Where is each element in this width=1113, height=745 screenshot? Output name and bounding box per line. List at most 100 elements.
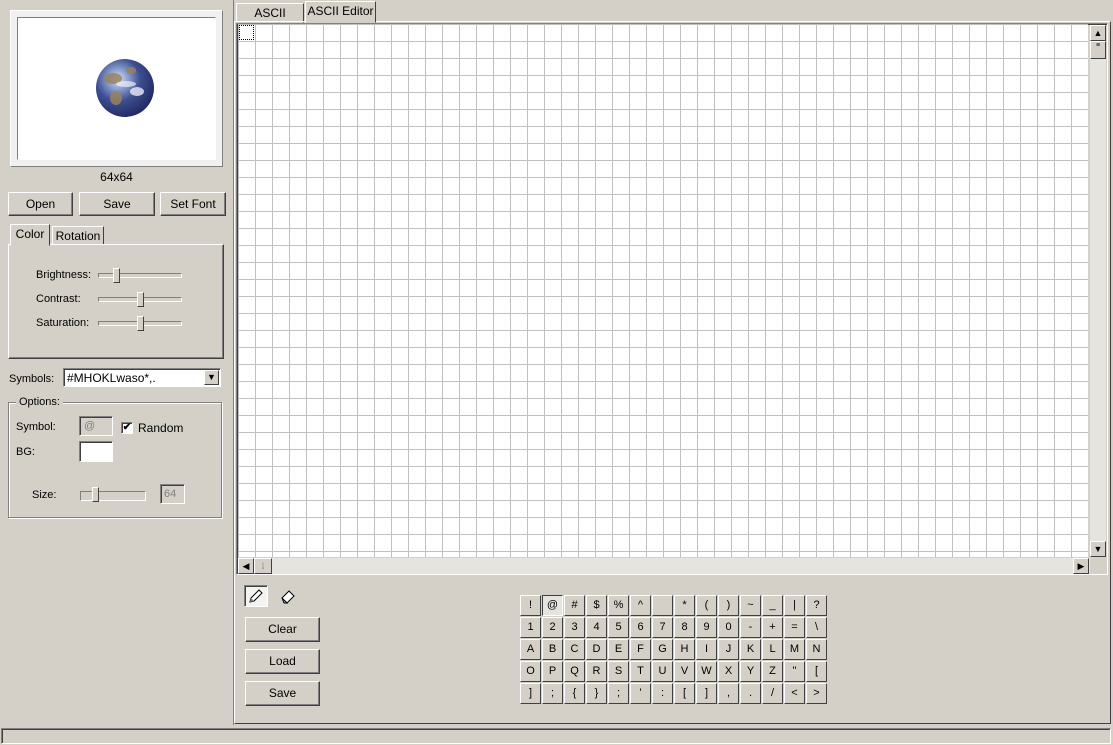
key-r4-c2[interactable]: { — [564, 683, 585, 704]
key-r1-c10[interactable]: - — [740, 617, 761, 638]
key-r1-c6[interactable]: 7 — [652, 617, 673, 638]
saturation-slider[interactable] — [137, 316, 144, 331]
pencil-tool[interactable] — [244, 585, 268, 607]
size-slider[interactable] — [92, 487, 99, 502]
key-r2-c1[interactable]: B — [542, 639, 563, 660]
save-button[interactable]: Save — [245, 681, 320, 706]
size-field[interactable]: 64 — [160, 484, 185, 504]
brightness-slider[interactable] — [113, 268, 120, 283]
key-r1-c5[interactable]: 6 — [630, 617, 651, 638]
key-r0-c8[interactable]: ( — [696, 595, 717, 616]
tab-ascii-editor[interactable]: ASCII Editor — [305, 1, 376, 23]
scroll-down-icon[interactable]: ▼ — [1090, 541, 1106, 557]
key-r1-c13[interactable]: \ — [806, 617, 827, 638]
key-r3-c11[interactable]: Z — [762, 661, 783, 682]
key-r4-c13[interactable]: > — [806, 683, 827, 704]
key-r2-c5[interactable]: F — [630, 639, 651, 660]
symbol-field[interactable]: @ — [79, 416, 113, 436]
key-r0-c9[interactable]: ) — [718, 595, 739, 616]
key-r2-c9[interactable]: J — [718, 639, 739, 660]
key-r2-c11[interactable]: L — [762, 639, 783, 660]
key-r0-c11[interactable]: _ — [762, 595, 783, 616]
key-r1-c8[interactable]: 9 — [696, 617, 717, 638]
key-r2-c10[interactable]: K — [740, 639, 761, 660]
bg-color-swatch[interactable] — [79, 441, 113, 462]
key-r4-c6[interactable]: : — [652, 683, 673, 704]
key-r3-c13[interactable]: [ — [806, 661, 827, 682]
key-r4-c3[interactable]: } — [586, 683, 607, 704]
chevron-down-icon[interactable]: ▼ — [204, 370, 219, 385]
key-r1-c1[interactable]: 2 — [542, 617, 563, 638]
key-r2-c8[interactable]: I — [696, 639, 717, 660]
open-button[interactable]: Open — [8, 192, 73, 216]
key-r2-c4[interactable]: E — [608, 639, 629, 660]
key-r3-c8[interactable]: W — [696, 661, 717, 682]
key-r4-c9[interactable]: , — [718, 683, 739, 704]
contrast-slider[interactable] — [137, 292, 144, 307]
save-image-button[interactable]: Save — [79, 192, 155, 216]
tab-rotation[interactable]: Rotation — [52, 226, 104, 246]
scroll-up-icon[interactable]: ▲ — [1090, 25, 1106, 41]
key-r4-c7[interactable]: [ — [674, 683, 695, 704]
key-r0-c13[interactable]: ? — [806, 595, 827, 616]
key-r3-c3[interactable]: R — [586, 661, 607, 682]
key-r0-c12[interactable]: | — [784, 595, 805, 616]
key-r4-c12[interactable]: < — [784, 683, 805, 704]
key-r0-c3[interactable]: $ — [586, 595, 607, 616]
key-r0-c1[interactable]: @ — [542, 595, 563, 616]
scroll-right-icon[interactable]: ▶ — [1073, 558, 1089, 574]
key-r0-c6[interactable] — [652, 595, 673, 616]
key-r1-c0[interactable]: 1 — [520, 617, 541, 638]
key-r4-c0[interactable]: ] — [520, 683, 541, 704]
key-r2-c3[interactable]: D — [586, 639, 607, 660]
load-button[interactable]: Load — [245, 649, 320, 674]
tab-color[interactable]: Color — [10, 224, 50, 246]
symbols-dropdown[interactable]: #MHOKLwaso*,. ▼ — [63, 368, 221, 387]
key-r2-c7[interactable]: H — [674, 639, 695, 660]
key-r2-c12[interactable]: M — [784, 639, 805, 660]
key-r4-c4[interactable]: ; — [608, 683, 629, 704]
set-font-button[interactable]: Set Font — [160, 192, 226, 216]
key-r4-c5[interactable]: ' — [630, 683, 651, 704]
key-r3-c6[interactable]: U — [652, 661, 673, 682]
key-r1-c4[interactable]: 5 — [608, 617, 629, 638]
key-r3-c10[interactable]: Y — [740, 661, 761, 682]
key-r2-c6[interactable]: G — [652, 639, 673, 660]
random-checkbox[interactable]: ✔ — [121, 422, 133, 434]
horizontal-scroll-thumb[interactable]: ⦙ — [254, 558, 272, 574]
key-r0-c2[interactable]: # — [564, 595, 585, 616]
key-r3-c12[interactable]: " — [784, 661, 805, 682]
key-r3-c5[interactable]: T — [630, 661, 651, 682]
key-r2-c13[interactable]: N — [806, 639, 827, 660]
vertical-scroll-thumb[interactable]: ≡ — [1090, 41, 1106, 59]
selected-cell[interactable] — [239, 25, 254, 40]
key-r3-c2[interactable]: Q — [564, 661, 585, 682]
key-r4-c8[interactable]: ] — [696, 683, 717, 704]
key-r4-c11[interactable]: / — [762, 683, 783, 704]
key-r4-c10[interactable]: . — [740, 683, 761, 704]
key-r0-c0[interactable]: ! — [520, 595, 541, 616]
tab-ascii-image[interactable]: ASCII Image — [236, 3, 304, 38]
clear-button[interactable]: Clear — [245, 617, 320, 642]
key-r0-c5[interactable]: ^ — [630, 595, 651, 616]
key-r4-c1[interactable]: ; — [542, 683, 563, 704]
key-r1-c12[interactable]: = — [784, 617, 805, 638]
eraser-tool[interactable] — [276, 585, 300, 607]
key-r1-c7[interactable]: 8 — [674, 617, 695, 638]
ascii-grid-canvas[interactable] — [238, 24, 1088, 557]
key-r0-c7[interactable]: * — [674, 595, 695, 616]
key-r1-c2[interactable]: 3 — [564, 617, 585, 638]
key-r1-c9[interactable]: 0 — [718, 617, 739, 638]
key-r3-c9[interactable]: X — [718, 661, 739, 682]
key-r3-c1[interactable]: P — [542, 661, 563, 682]
horizontal-scrollbar[interactable]: ◀ ⦙ ▶ — [238, 558, 1090, 574]
key-r2-c2[interactable]: C — [564, 639, 585, 660]
key-r1-c3[interactable]: 4 — [586, 617, 607, 638]
key-r0-c4[interactable]: % — [608, 595, 629, 616]
scroll-left-icon[interactable]: ◀ — [238, 558, 254, 574]
key-r0-c10[interactable]: ~ — [740, 595, 761, 616]
key-r3-c7[interactable]: V — [674, 661, 695, 682]
vertical-scrollbar[interactable]: ▲ ≡ ▼ — [1090, 25, 1106, 557]
key-r2-c0[interactable]: A — [520, 639, 541, 660]
key-r1-c11[interactable]: + — [762, 617, 783, 638]
